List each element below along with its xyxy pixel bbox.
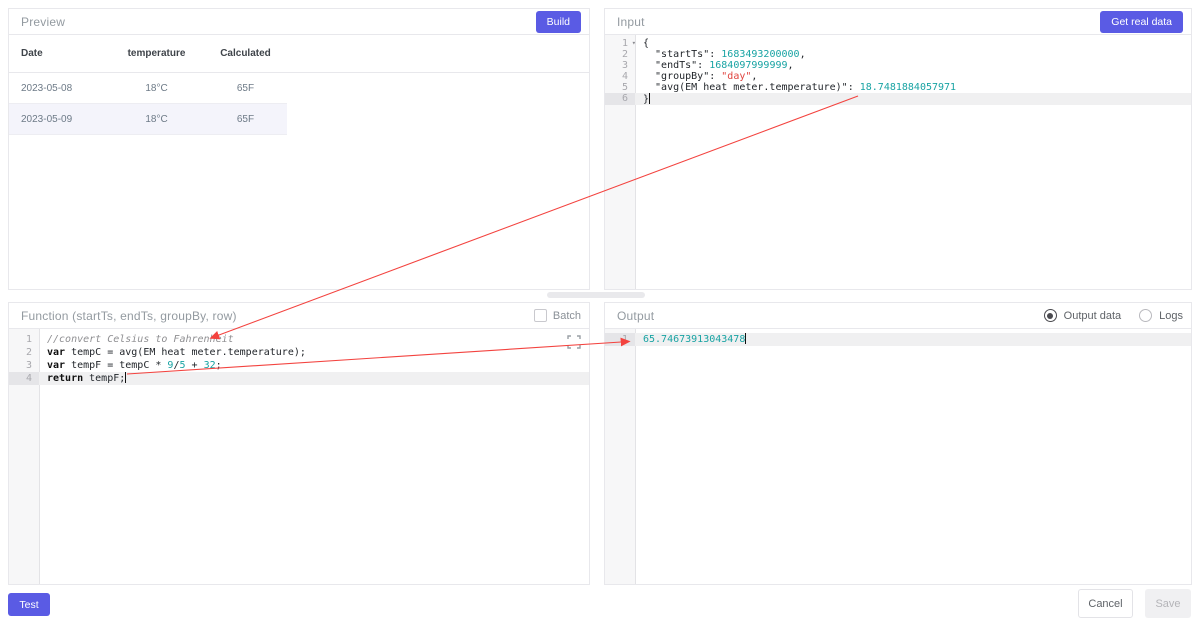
radio-output-data[interactable]: Output data [1044, 309, 1122, 322]
code-text: { [635, 38, 1191, 49]
code-line[interactable]: 1▾{ [605, 38, 1191, 49]
radio-logs[interactable]: Logs [1139, 309, 1183, 322]
batch-checkbox-wrap: Batch [534, 309, 581, 322]
function-panel-title: Function (startTs, endTs, groupBy, row) [21, 309, 237, 323]
table-cell: 65F [204, 114, 287, 125]
rule-builder-page: Preview Build Date temperature Calculate… [0, 0, 1200, 621]
line-number: 1 [605, 333, 635, 346]
input-panel-title: Input [617, 15, 645, 29]
preview-panel: Preview Build Date temperature Calculate… [8, 8, 590, 290]
table-cell: 18°C [109, 114, 204, 125]
cancel-button[interactable]: Cancel [1078, 589, 1133, 618]
table-cell: 18°C [109, 83, 204, 94]
input-panel-header: Input Get real data [605, 9, 1191, 35]
code-text: } [635, 93, 1191, 105]
function-code-editor[interactable]: 1//convert Celsius to Fahrenheit2var tem… [9, 329, 589, 584]
column-header-date: Date [9, 48, 109, 59]
code-line[interactable]: 3 "endTs": 1684097999999, [605, 60, 1191, 71]
code-text: "startTs": 1683493200000, [635, 49, 1191, 60]
input-panel: Input Get real data 1▾{2 "startTs": 1683… [604, 8, 1192, 290]
fold-arrow-icon[interactable]: ▾ [632, 38, 636, 49]
code-text: "groupBy": "day", [635, 71, 1191, 82]
code-line[interactable]: 2var tempC = avg(EM heat meter.temperatu… [9, 346, 589, 359]
function-panel-header: Function (startTs, endTs, groupBy, row) … [9, 303, 589, 329]
radio-output-data-label: Output data [1064, 310, 1122, 322]
line-number: 1▾ [605, 38, 635, 49]
preview-table: Date temperature Calculated 2023-05-0818… [9, 35, 589, 135]
column-header-calculated: Calculated [204, 48, 287, 59]
output-panel-header: Output Output data Logs [605, 303, 1191, 329]
code-line[interactable]: 4 "groupBy": "day", [605, 71, 1191, 82]
code-line[interactable]: 3var tempF = tempC * 9/5 + 32; [9, 359, 589, 372]
code-text: "avg(EM heat meter.temperature)": 18.748… [635, 82, 1191, 93]
splitter-handle[interactable] [547, 292, 645, 298]
line-number: 3 [605, 60, 635, 71]
code-text: var tempF = tempC * 9/5 + 32; [39, 359, 589, 372]
radio-selected-icon [1044, 309, 1057, 322]
code-line[interactable]: 5 "avg(EM heat meter.temperature)": 18.7… [605, 82, 1191, 93]
output-gutter-divider [635, 329, 636, 584]
table-cell: 2023-05-08 [9, 83, 109, 94]
code-line[interactable]: 2 "startTs": 1683493200000, [605, 49, 1191, 60]
radio-unselected-icon [1139, 309, 1152, 322]
output-mode-radio-group: Output data Logs [1044, 309, 1183, 322]
preview-panel-header: Preview Build [9, 9, 589, 35]
fullscreen-icon[interactable] [567, 335, 581, 349]
line-number: 4 [605, 71, 635, 82]
code-text: 65.74673913043478 [635, 333, 1191, 346]
output-panel: Output Output data Logs 165.746739130434… [604, 302, 1192, 585]
code-text: //convert Celsius to Fahrenheit [39, 333, 589, 346]
test-button[interactable]: Test [8, 593, 50, 616]
table-cell: 65F [204, 83, 287, 94]
code-line[interactable]: 165.74673913043478 [605, 333, 1191, 346]
code-line[interactable]: 6} [605, 93, 1191, 105]
preview-panel-title: Preview [21, 15, 65, 29]
function-panel: Function (startTs, endTs, groupBy, row) … [8, 302, 590, 585]
code-line[interactable]: 4return tempF; [9, 372, 589, 385]
table-row[interactable]: 2023-05-0818°C65F [9, 73, 287, 104]
line-number: 2 [9, 346, 39, 359]
save-button[interactable]: Save [1145, 589, 1191, 618]
output-panel-title: Output [617, 309, 654, 323]
line-number: 1 [9, 333, 39, 346]
text-cursor [745, 333, 746, 344]
code-line[interactable]: 1//convert Celsius to Fahrenheit [9, 333, 589, 346]
line-number: 6 [605, 93, 635, 105]
text-cursor [125, 372, 126, 383]
input-code-editor[interactable]: 1▾{2 "startTs": 1683493200000,3 "endTs":… [605, 35, 1191, 289]
table-cell: 2023-05-09 [9, 114, 109, 125]
radio-logs-label: Logs [1159, 310, 1183, 322]
table-row[interactable]: 2023-05-0918°C65F [9, 104, 287, 135]
preview-table-header: Date temperature Calculated [9, 35, 589, 73]
column-header-temperature: temperature [109, 48, 204, 59]
line-number: 5 [605, 82, 635, 93]
code-text: "endTs": 1684097999999, [635, 60, 1191, 71]
output-editor-gutter [605, 329, 635, 584]
batch-checkbox-label: Batch [553, 310, 581, 322]
line-number: 2 [605, 49, 635, 60]
build-button[interactable]: Build [536, 11, 581, 33]
line-number: 3 [9, 359, 39, 372]
batch-checkbox[interactable] [534, 309, 547, 322]
preview-table-body: 2023-05-0818°C65F2023-05-0918°C65F [9, 73, 589, 135]
get-real-data-button[interactable]: Get real data [1100, 11, 1183, 33]
text-cursor [649, 93, 650, 104]
code-text: var tempC = avg(EM heat meter.temperatur… [39, 346, 589, 359]
line-number: 4 [9, 372, 39, 385]
output-code-editor[interactable]: 165.74673913043478 [605, 329, 1191, 584]
code-text: return tempF; [39, 372, 589, 385]
